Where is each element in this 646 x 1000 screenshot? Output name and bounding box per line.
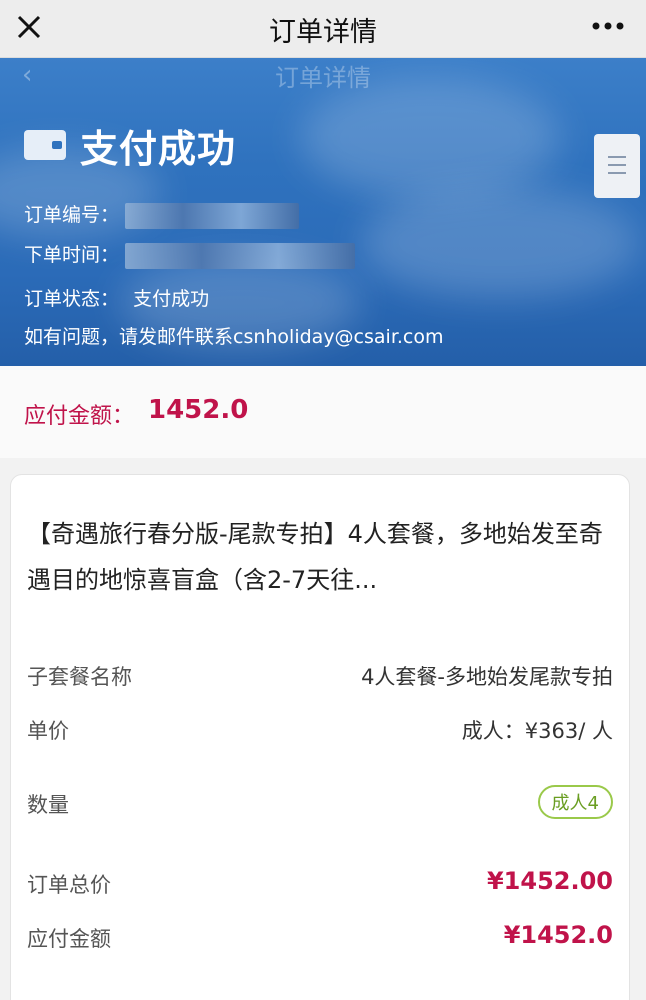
scroll-handle-icon[interactable] (594, 134, 640, 198)
order-detail-card: 【奇遇旅行春分版-尾款专拍】4人套餐，多地始发至奇遇目的地惊喜盲盒（含2-7天往… (10, 474, 630, 1000)
order-status-value: 支付成功 (133, 288, 210, 310)
wallet-icon (24, 130, 66, 160)
detail-row-unit-price: 单价 成人：¥363/ 人 (27, 709, 613, 749)
payable-total-value: ¥1452.0 (503, 921, 613, 949)
detail-row-key: 单价 (27, 719, 69, 743)
top-nav-bar: 订单详情 (0, 0, 646, 58)
more-dots-icon[interactable] (588, 14, 628, 38)
order-number-label: 订单编号： (24, 204, 120, 226)
page-title: 订单详情 (269, 17, 377, 48)
detail-row-key: 订单总价 (27, 873, 111, 897)
payment-status-row: 支付成功 (24, 122, 236, 171)
detail-row-quantity: 数量 成人4 (27, 783, 613, 823)
order-status-header: ‹ 订单详情 支付成功 订单编号： 下单时间： 订单状态： 支付成功 如有问题，… (0, 58, 646, 366)
ghost-page-title: 订单详情 (275, 64, 371, 92)
product-title[interactable]: 【奇遇旅行春分版-尾款专拍】4人套餐，多地始发至奇遇目的地惊喜盲盒（含2-7天往… (27, 511, 607, 603)
detail-row-key: 应付金额 (27, 927, 111, 951)
order-time-line: 下单时间： (24, 240, 356, 269)
order-time-label: 下单时间： (24, 244, 120, 266)
order-number-line: 订单编号： (24, 200, 300, 229)
detail-row-payable: 应付金额 ¥1452.0 (27, 917, 613, 957)
payable-amount-value: 1452.0 (148, 395, 249, 425)
payable-amount-label: 应付金额： (24, 404, 135, 429)
order-total-value: ¥1452.00 (486, 867, 613, 895)
detail-row-key: 子套餐名称 (27, 665, 132, 689)
detail-row-total: 订单总价 ¥1452.00 (27, 863, 613, 903)
payable-amount-row: 应付金额： 1452.0 (0, 366, 646, 458)
detail-row-package: 子套餐名称 4人套餐-多地始发尾款专拍 (27, 655, 613, 695)
detail-row-value: 成人：¥363/ 人 (461, 719, 613, 743)
contact-info: 如有问题，请发邮件联系csnholiday@csair.com (24, 326, 444, 348)
order-number-redacted (125, 202, 300, 229)
order-status-label: 订单状态： (24, 288, 120, 310)
order-time-redacted (125, 242, 356, 269)
detail-row-key: 数量 (27, 793, 69, 817)
order-status-line: 订单状态： 支付成功 (24, 284, 209, 311)
quantity-badge[interactable]: 成人4 (537, 785, 613, 819)
detail-row-value: 4人套餐-多地始发尾款专拍 (361, 665, 613, 689)
payment-status-title: 支付成功 (80, 126, 237, 171)
